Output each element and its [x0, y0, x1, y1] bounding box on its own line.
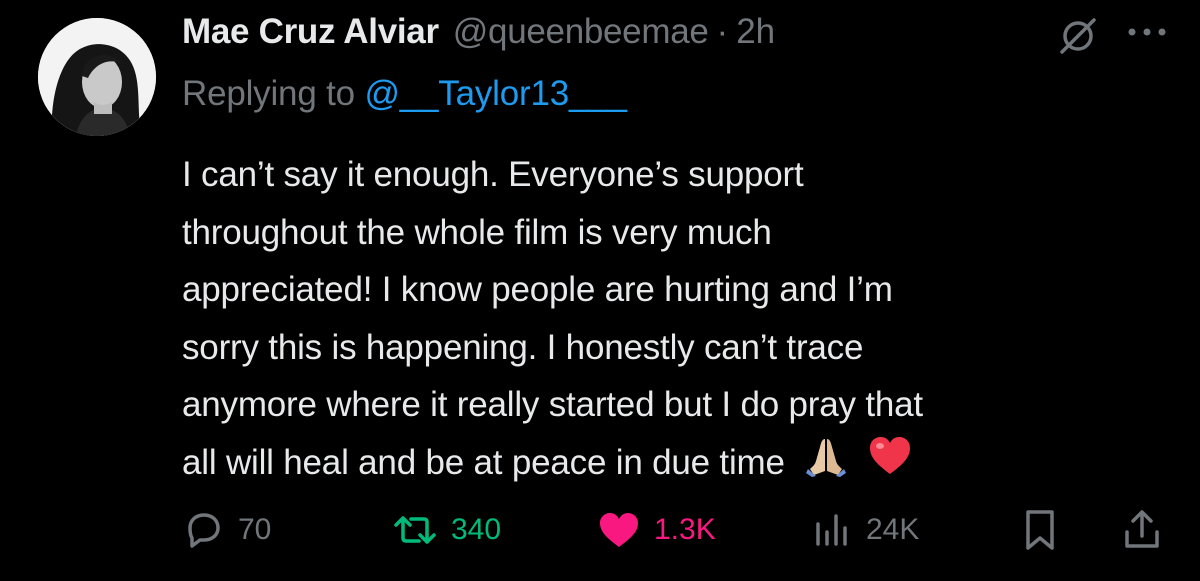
- share-icon: [1125, 510, 1159, 548]
- more-options-icon[interactable]: [1122, 22, 1172, 42]
- tweet-text: I can’t say it enough. Everyone’s suppor…: [182, 146, 1182, 494]
- tweet-line: anymore where it really started but I do…: [182, 385, 923, 424]
- replying-to: Replying to @__Taylor13___: [182, 74, 627, 114]
- like-count: 1.3K: [654, 513, 716, 546]
- view-count: 24K: [866, 513, 920, 546]
- grok-icon[interactable]: [1056, 14, 1100, 58]
- tweet-line-last: all will heal and be at peace in due tim…: [182, 434, 1182, 495]
- tweet-line-text: all will heal and be at peace in due tim…: [182, 442, 785, 482]
- bookmark-button[interactable]: [1022, 500, 1058, 560]
- repost-button[interactable]: 340: [393, 500, 501, 560]
- timestamp[interactable]: 2h: [736, 12, 775, 52]
- author-name[interactable]: Mae Cruz Alviar: [182, 12, 439, 52]
- reply-count: 70: [238, 513, 272, 546]
- reply-mention-link[interactable]: @__Taylor13___: [364, 74, 627, 113]
- reply-icon: [188, 513, 220, 548]
- avatar[interactable]: [38, 18, 156, 136]
- tweet-line: appreciated! I know people are hurting a…: [182, 270, 893, 309]
- repost-count: 340: [451, 513, 502, 546]
- tweet-line: throughout the whole film is very much: [182, 212, 772, 252]
- action-bar: 70 340 1.3K 24K: [0, 500, 1200, 560]
- views-button[interactable]: 24K: [812, 500, 919, 560]
- reply-button[interactable]: 70: [184, 500, 271, 560]
- tweet-line: sorry this is happening. I honestly can’…: [182, 327, 864, 367]
- replying-to-prefix: Replying to: [182, 74, 365, 113]
- share-button[interactable]: [1122, 500, 1162, 560]
- bookmark-icon: [1026, 510, 1054, 550]
- folded-hands-emoji: [804, 435, 848, 495]
- analytics-icon: [816, 514, 847, 546]
- repost-icon: [394, 516, 436, 544]
- author-handle[interactable]: @queenbeemae: [453, 12, 709, 52]
- like-button[interactable]: 1.3K: [598, 500, 716, 560]
- heart-icon: [600, 513, 638, 547]
- tweet-header: Mae Cruz Alviar @queenbeemae · 2h: [182, 12, 1160, 62]
- separator-dot: ·: [716, 12, 729, 51]
- tweet-line: I can’t say it enough. Everyone’s suppor…: [182, 155, 804, 194]
- red-heart-emoji: [868, 436, 912, 494]
